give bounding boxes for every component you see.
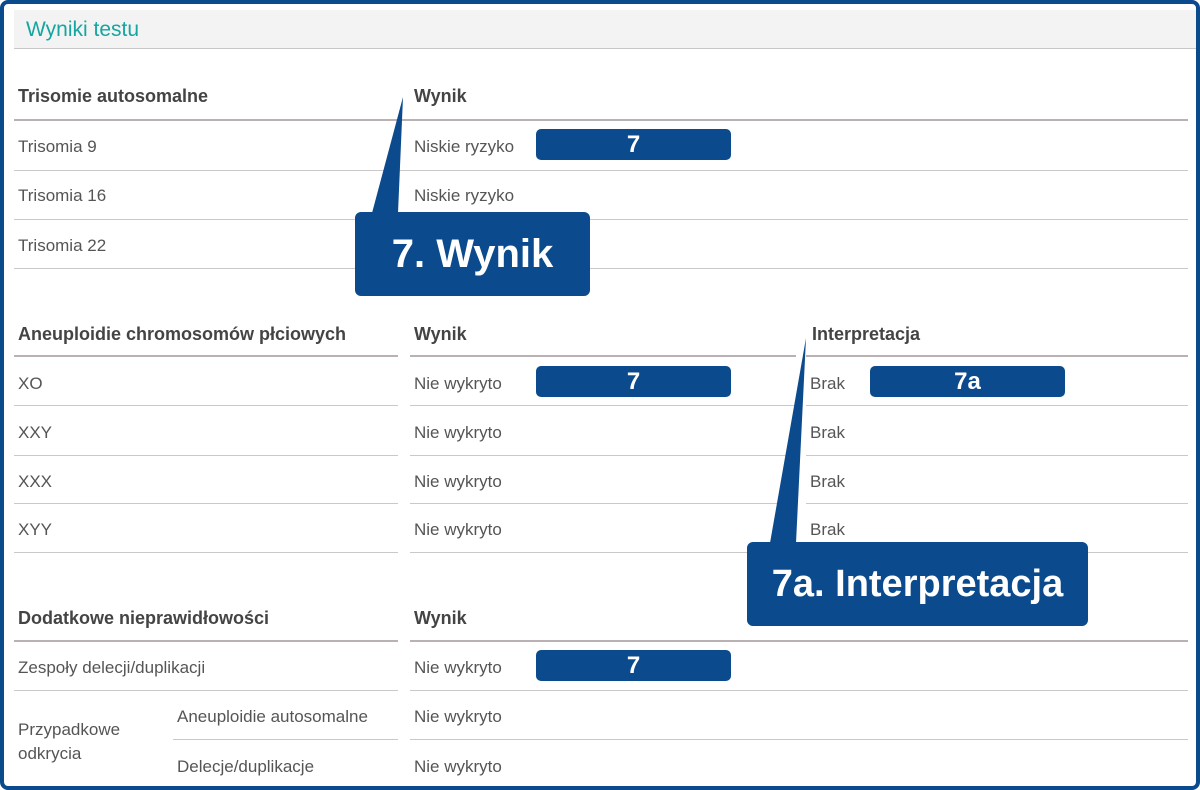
wynik-callout-pointer [372, 97, 403, 213]
callout-pointers [372, 97, 806, 543]
wynik-callout: 7. Wynik [355, 212, 590, 296]
interpretacja-callout: 7a. Interpretacja [747, 542, 1088, 626]
interpretacja-callout-pointer [770, 338, 806, 543]
